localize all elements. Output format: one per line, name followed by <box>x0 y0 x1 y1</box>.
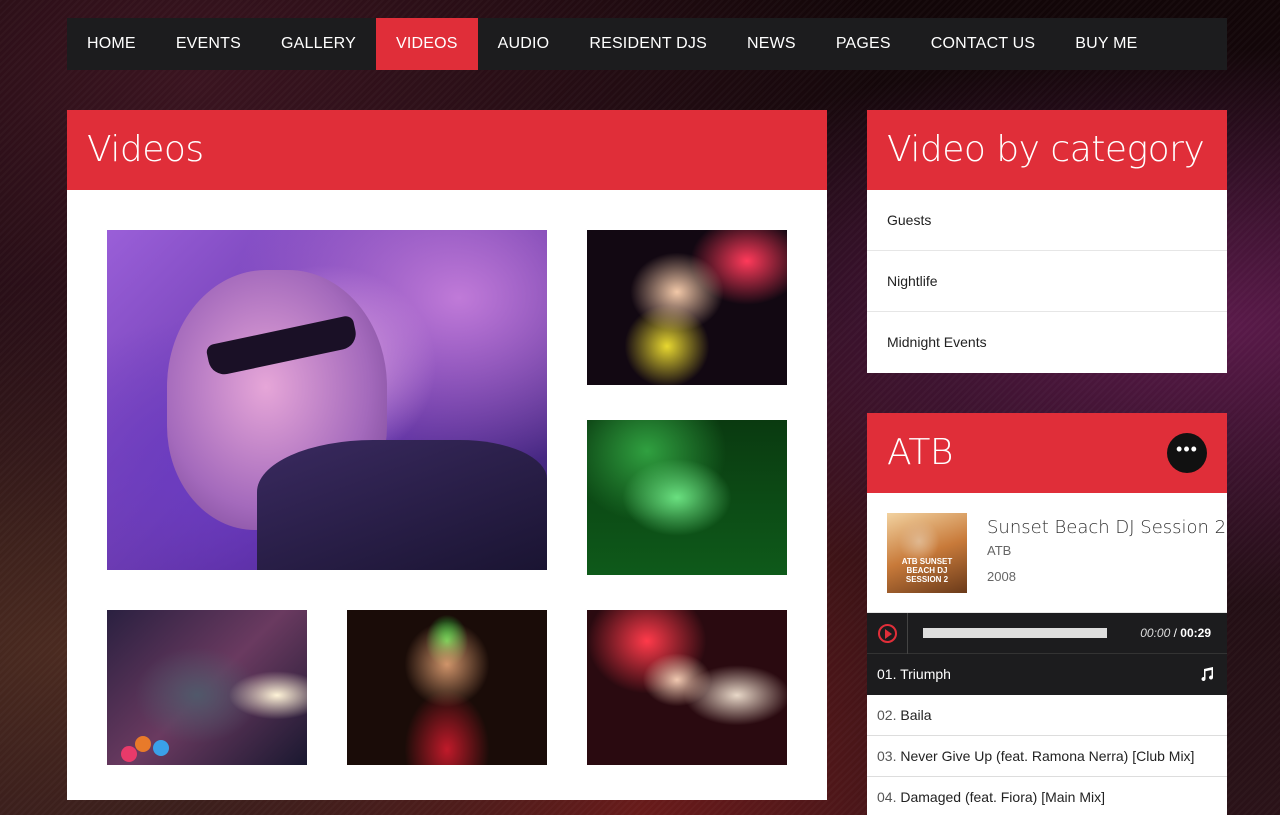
current-time: 00:00 <box>1140 626 1171 640</box>
track-number: 01. <box>877 666 897 682</box>
artist-name: ATB <box>887 432 953 473</box>
track-title: Damaged (feat. Fiora) [Main Mix] <box>900 789 1105 805</box>
album-cover-text: ATB SUNSET BEACH DJ SESSION 2 <box>901 557 953 584</box>
video-thumbnail[interactable] <box>587 420 787 575</box>
album-title: Sunset Beach DJ Session 2 <box>987 517 1227 538</box>
track-number: 03. <box>877 748 897 764</box>
nav-videos[interactable]: VIDEOS <box>375 18 478 70</box>
track-title: Baila <box>900 707 932 723</box>
category-title: Video by category <box>867 110 1227 190</box>
track-title: Never Give Up (feat. Ramona Nerra) [Club… <box>900 748 1195 764</box>
play-button[interactable] <box>867 613 908 654</box>
track-title: Triumph <box>900 666 951 682</box>
category-item-guests[interactable]: Guests <box>867 190 1227 251</box>
track-number: 04. <box>877 789 897 805</box>
player-artist-title: ATB ••• <box>867 413 1227 493</box>
ellipsis-icon[interactable]: ••• <box>1167 433 1207 473</box>
videos-panel: Videos <box>67 110 827 800</box>
audio-player-panel: ATB ••• ATB SUNSET BEACH DJ SESSION 2 Su… <box>867 413 1227 815</box>
music-note-icon <box>1201 667 1214 682</box>
duration: 00:29 <box>1180 626 1211 640</box>
video-category-panel: Video by category Guests Nightlife Midni… <box>867 110 1227 373</box>
nav-buy-me[interactable]: BUY ME <box>1055 18 1157 70</box>
album-artist: ATB <box>987 543 1012 558</box>
track-item[interactable]: 04. Damaged (feat. Fiora) [Main Mix] <box>867 777 1227 815</box>
thumbnail-photo-detail <box>153 740 169 756</box>
album-cover[interactable]: ATB SUNSET BEACH DJ SESSION 2 <box>887 513 967 593</box>
album-year: 2008 <box>987 569 1016 584</box>
nav-pages[interactable]: PAGES <box>816 18 911 70</box>
videos-title: Videos <box>67 110 827 190</box>
thumbnail-photo-detail <box>135 736 151 752</box>
category-item-midnight-events[interactable]: Midnight Events <box>867 312 1227 373</box>
main-nav: HOME EVENTS GALLERY VIDEOS AUDIO RESIDEN… <box>67 18 1227 70</box>
video-thumbnail[interactable] <box>587 610 787 765</box>
track-item[interactable]: 03. Never Give Up (feat. Ramona Nerra) [… <box>867 736 1227 777</box>
video-thumbnail[interactable] <box>587 230 787 385</box>
video-thumbnail[interactable] <box>347 610 547 765</box>
nav-events[interactable]: EVENTS <box>156 18 261 70</box>
category-item-nightlife[interactable]: Nightlife <box>867 251 1227 312</box>
track-item[interactable]: 01. Triumph <box>867 654 1227 695</box>
nav-gallery[interactable]: GALLERY <box>261 18 376 70</box>
video-thumbnail-featured[interactable] <box>107 230 547 570</box>
nav-resident-djs[interactable]: RESIDENT DJS <box>569 18 727 70</box>
thumbnail-photo-detail <box>121 746 137 762</box>
nav-contact-us[interactable]: CONTACT US <box>911 18 1056 70</box>
album-info: ATB SUNSET BEACH DJ SESSION 2 Sunset Bea… <box>867 493 1227 613</box>
player-controls: 00:00 / 00:29 <box>867 613 1227 654</box>
track-item[interactable]: 02. Baila <box>867 695 1227 736</box>
nav-home[interactable]: HOME <box>67 18 156 70</box>
time-separator: / <box>1173 626 1177 640</box>
video-thumbnail[interactable] <box>107 610 307 765</box>
time-display: 00:00 / 00:29 <box>1140 626 1211 640</box>
nav-audio[interactable]: AUDIO <box>478 18 570 70</box>
progress-bar[interactable] <box>923 628 1107 638</box>
play-icon-triangle <box>885 629 892 639</box>
nav-news[interactable]: NEWS <box>727 18 816 70</box>
thumbnail-photo-detail <box>257 440 547 570</box>
track-number: 02. <box>877 707 897 723</box>
